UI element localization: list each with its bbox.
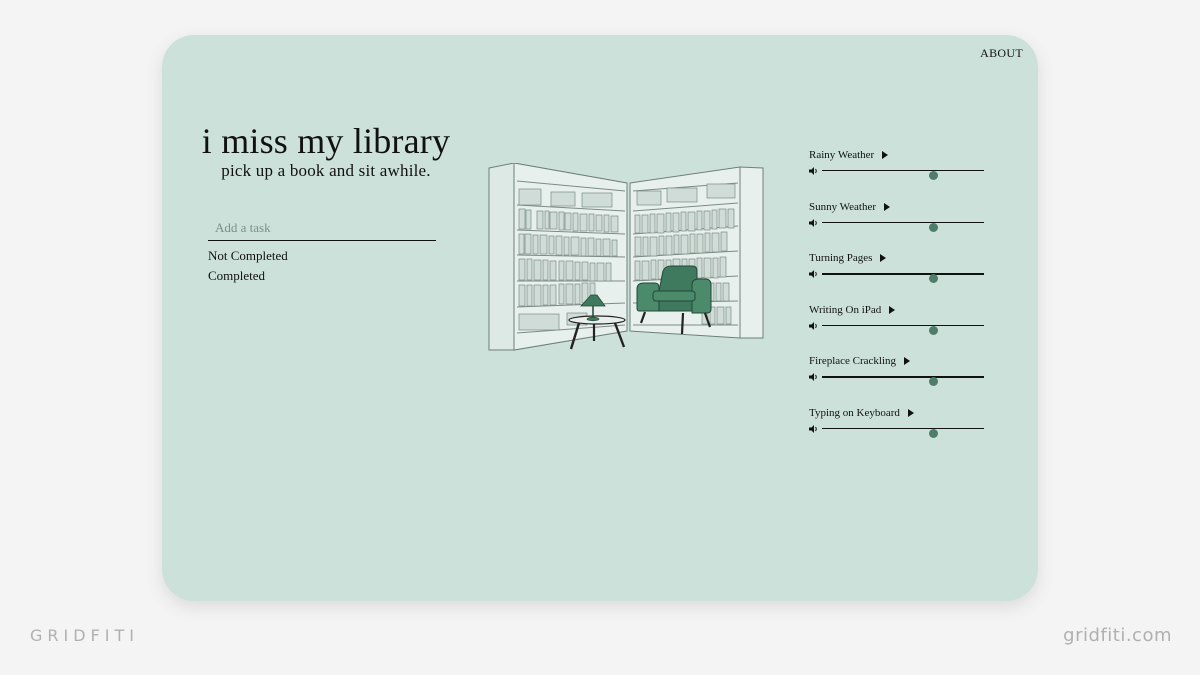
volume-slider[interactable] <box>822 273 984 284</box>
page-subtitle: pick up a book and sit awhile. <box>221 161 431 180</box>
sound-fireplace-crackling: Fireplace Crackling <box>809 353 989 405</box>
page-title: i miss my library <box>201 121 451 161</box>
sound-writing-on-ipad: Writing On iPad <box>809 302 989 354</box>
brand-url-right: gridfiti.com <box>1063 625 1172 646</box>
sound-turning-pages: Turning Pages <box>809 250 989 302</box>
volume-slider-thumb[interactable] <box>929 377 939 387</box>
sound-rainy-weather: Rainy Weather <box>809 147 989 199</box>
volume-slider[interactable] <box>822 376 984 387</box>
play-icon[interactable] <box>889 305 896 314</box>
about-link[interactable]: ABOUT <box>980 46 1023 61</box>
volume-slider[interactable] <box>822 324 984 335</box>
volume-slider-thumb[interactable] <box>929 428 939 438</box>
volume-icon <box>809 218 817 227</box>
sound-mixer: Rainy Weather Sunny Weather Turning Page… <box>809 147 989 457</box>
volume-slider-thumb[interactable] <box>929 222 939 232</box>
volume-icon <box>809 167 817 175</box>
sound-name: Writing On iPad <box>809 303 882 316</box>
sound-name: Fireplace Crackling <box>809 355 897 368</box>
play-icon[interactable] <box>904 357 911 366</box>
filter-completed[interactable]: Completed <box>208 266 288 286</box>
sound-name: Turning Pages <box>809 252 873 265</box>
volume-slider[interactable] <box>822 221 984 232</box>
volume-slider[interactable] <box>822 427 984 438</box>
task-filters: Not Completed Completed <box>208 246 288 286</box>
sound-name: Sunny Weather <box>809 200 877 213</box>
volume-icon <box>809 270 817 279</box>
volume-slider-thumb[interactable] <box>929 325 939 335</box>
filter-not-completed[interactable]: Not Completed <box>208 246 288 266</box>
volume-slider[interactable] <box>822 170 984 180</box>
play-icon[interactable] <box>880 254 887 263</box>
volume-slider-thumb[interactable] <box>929 274 939 284</box>
title-block: i miss my library pick up a book and sit… <box>196 121 456 181</box>
brand-wordmark-left: GRIDFITI <box>30 626 139 645</box>
sound-sunny-weather: Sunny Weather <box>809 199 989 251</box>
sound-typing-on-keyboard: Typing on Keyboard <box>809 405 989 457</box>
volume-icon <box>809 373 817 382</box>
volume-icon <box>809 321 817 330</box>
play-icon[interactable] <box>884 202 891 211</box>
play-icon[interactable] <box>882 151 889 159</box>
sound-name: Rainy Weather <box>809 149 875 161</box>
volume-icon <box>809 424 817 433</box>
volume-slider-thumb[interactable] <box>929 171 939 180</box>
sound-name: Typing on Keyboard <box>809 406 900 419</box>
play-icon[interactable] <box>907 408 914 417</box>
add-task-input[interactable] <box>208 215 436 241</box>
library-illustration <box>488 163 764 351</box>
app-card: ABOUT i miss my library pick up a book a… <box>162 35 1038 601</box>
